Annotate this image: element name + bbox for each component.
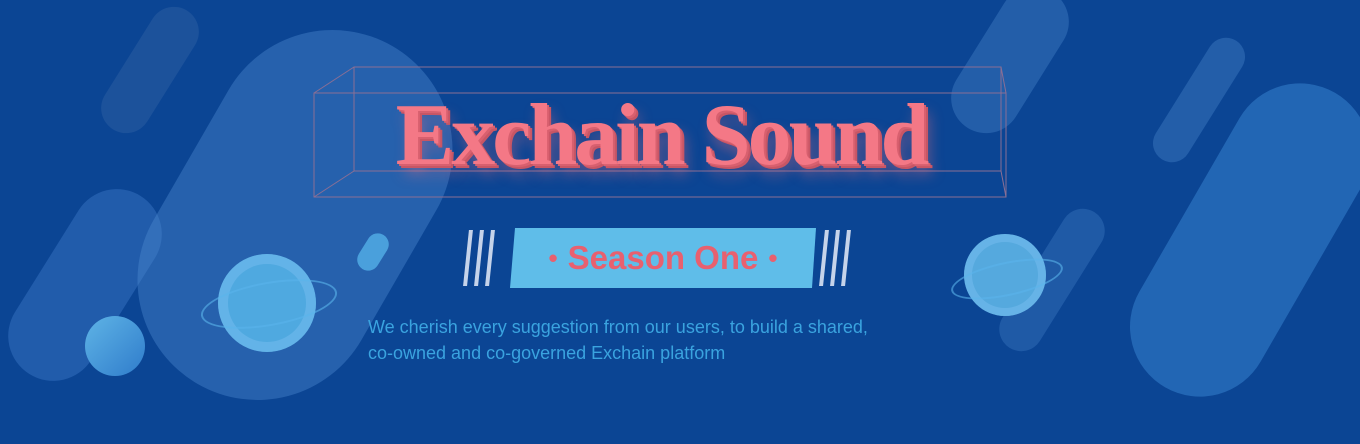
season-badge: • Season One • [510, 228, 816, 288]
decor-stripes-left [463, 230, 506, 286]
description-line: co-owned and co-governed Exchain platfor… [368, 343, 726, 363]
description-line: We cherish every suggestion from our use… [368, 317, 868, 337]
bullet: • [548, 242, 558, 273]
season-label: Season One [567, 239, 759, 276]
bullet: • [768, 242, 778, 273]
banner-title: Exchain Sound [395, 87, 930, 184]
decor-stripes-right [819, 230, 862, 286]
banner-description: We cherish every suggestion from our use… [368, 314, 988, 366]
